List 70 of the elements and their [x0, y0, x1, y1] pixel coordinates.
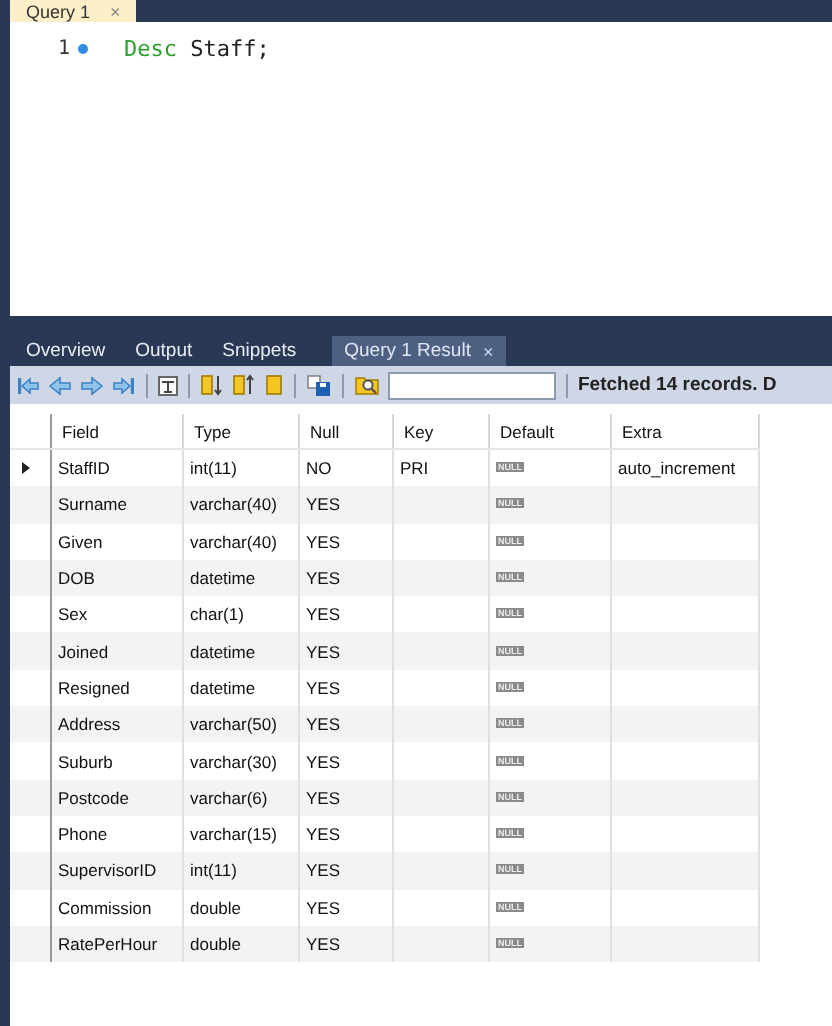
- sort-ascending-icon[interactable]: [200, 374, 224, 396]
- table-cell: char(1): [190, 604, 244, 625]
- table-cell: YES: [306, 568, 341, 589]
- table-cell: YES: [306, 641, 341, 662]
- table-cell: Postcode: [58, 787, 129, 808]
- table-cell: Commission: [58, 897, 152, 918]
- table-cell: RatePerHour: [58, 934, 158, 954]
- table-cell: int(11): [190, 458, 237, 479]
- table-cell: YES: [306, 934, 341, 954]
- status-text: Fetched 14 records. D: [578, 374, 777, 396]
- next-record-icon[interactable]: [80, 375, 104, 395]
- query-tab[interactable]: Query 1 ×: [10, 0, 137, 22]
- table-cell: DOB: [58, 568, 95, 589]
- save-icon[interactable]: [306, 374, 332, 396]
- table-cell: int(11): [190, 860, 237, 881]
- column-icon[interactable]: [264, 374, 284, 396]
- column-header[interactable]: Type: [183, 414, 299, 449]
- column-header[interactable]: Key: [393, 414, 489, 449]
- table-cell: YES: [306, 494, 341, 515]
- table-cell: YES: [306, 824, 341, 845]
- table-cell: YES: [306, 531, 341, 552]
- table-cell: YES: [306, 751, 341, 772]
- table-cell: varchar(40): [190, 494, 277, 515]
- search-field[interactable]: [388, 371, 556, 399]
- table-cell: Joined: [58, 641, 109, 662]
- table-cell: varchar(50): [190, 714, 277, 735]
- table-cell: YES: [306, 604, 341, 625]
- text-wrap-icon[interactable]: [158, 375, 178, 395]
- search-icon[interactable]: [354, 374, 380, 396]
- table-cell: datetime: [190, 677, 256, 698]
- table-cell: Surname: [58, 494, 127, 515]
- table-cell: YES: [306, 897, 341, 918]
- table-cell: datetime: [190, 641, 256, 662]
- table-cell: varchar(30): [190, 751, 277, 772]
- last-record-icon[interactable]: [112, 375, 136, 395]
- table-cell: double: [190, 897, 242, 918]
- table-cell: Given: [58, 531, 103, 552]
- table-cell: NO: [306, 458, 332, 479]
- sort-descending-icon[interactable]: [232, 374, 256, 396]
- column-header[interactable]: Null: [299, 414, 393, 449]
- table-cell: Phone: [58, 824, 108, 845]
- previous-record-icon[interactable]: [48, 375, 72, 395]
- table-cell: StaffID: [58, 458, 110, 479]
- table-cell: YES: [306, 787, 341, 808]
- result-tab[interactable]: Overview: [16, 336, 126, 366]
- table-cell: PRI: [400, 458, 429, 479]
- table-cell: varchar(6): [190, 787, 268, 808]
- table-cell: Resigned: [58, 677, 130, 698]
- table-cell: YES: [306, 714, 341, 735]
- table-cell: Address: [58, 714, 121, 735]
- table-cell: YES: [306, 677, 341, 698]
- column-header[interactable]: Field: [51, 414, 183, 449]
- table-cell: auto_increment: [618, 458, 736, 479]
- line-number: 1: [55, 37, 70, 59]
- table-cell: varchar(15): [190, 824, 277, 845]
- code-line: Desc Staff;: [124, 35, 270, 61]
- table-cell: double: [190, 934, 242, 954]
- table-cell: Suburb: [58, 751, 113, 772]
- first-record-icon[interactable]: [16, 375, 40, 395]
- table-cell: Sex: [58, 604, 88, 625]
- result-tab[interactable]: Snippets: [212, 336, 317, 366]
- close-icon[interactable]: ×: [482, 341, 494, 361]
- column-header[interactable]: Extra: [611, 414, 759, 449]
- table-cell: SupervisorID: [58, 860, 157, 881]
- result-tab[interactable]: Output: [125, 336, 213, 366]
- table-cell: YES: [306, 860, 341, 881]
- table-cell: datetime: [190, 568, 256, 589]
- table-cell: varchar(40): [190, 531, 277, 552]
- result-tab[interactable]: Query 1 Result ×: [332, 336, 506, 366]
- column-header[interactable]: Default: [489, 414, 611, 449]
